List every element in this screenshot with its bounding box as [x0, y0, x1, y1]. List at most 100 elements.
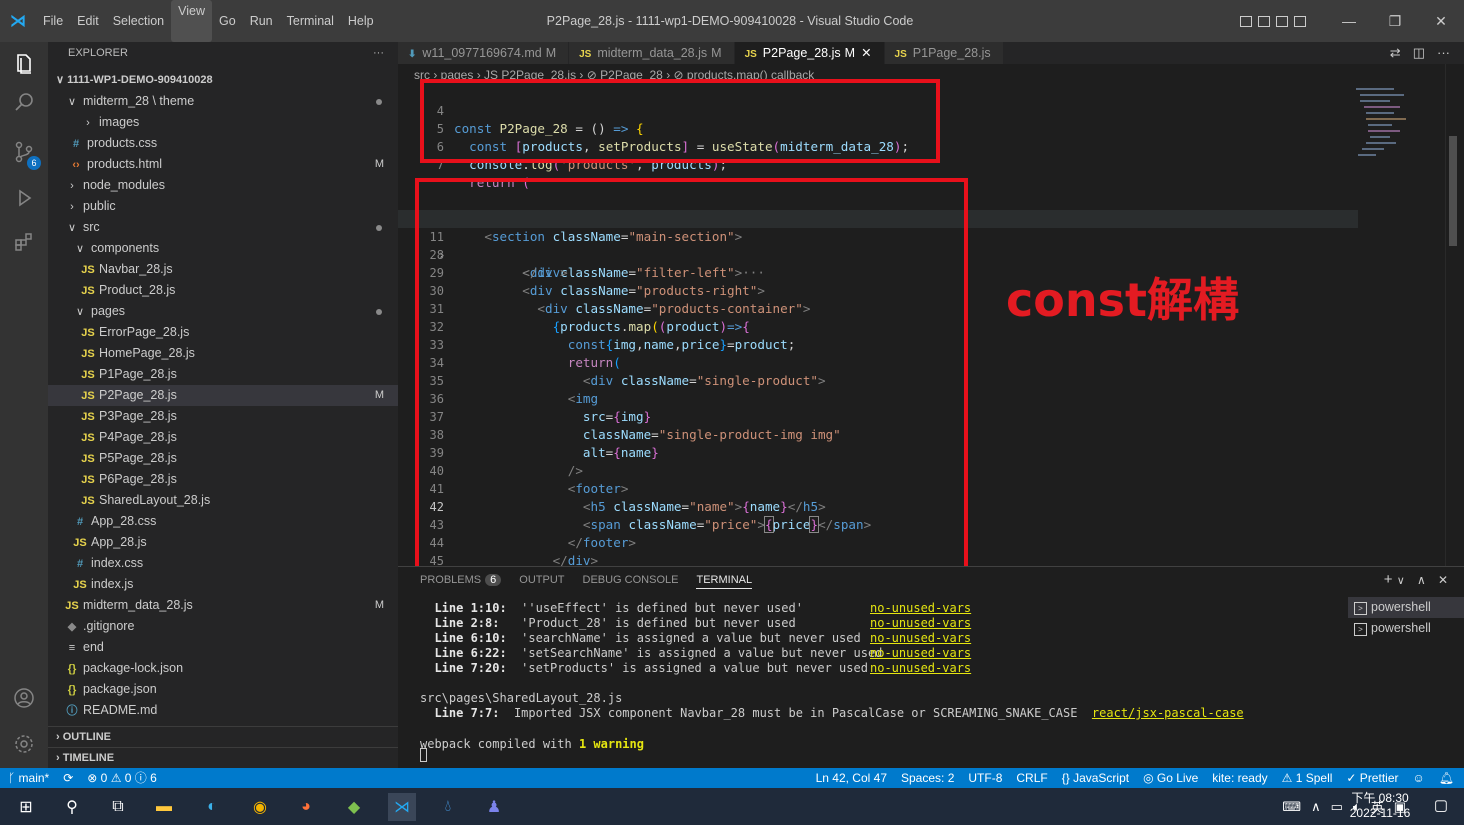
- menu-view[interactable]: View: [171, 0, 213, 42]
- menu-terminal[interactable]: Terminal: [280, 0, 341, 42]
- tree-item[interactable]: JS HomePage_28.js: [48, 343, 398, 364]
- search-icon[interactable]: ⚲: [58, 793, 86, 821]
- source-control-icon[interactable]: 6: [0, 130, 48, 174]
- taskbar-clock[interactable]: 下午 08:30 2022-11-16: [1340, 791, 1420, 821]
- firefox-icon[interactable]: ◕: [292, 793, 320, 821]
- tray-overflow-icon[interactable]: ∧: [1311, 799, 1321, 815]
- close-window-button[interactable]: ✕: [1418, 13, 1464, 30]
- tree-item[interactable]: JS Navbar_28.js: [48, 259, 398, 280]
- toggle-sidebar-icon[interactable]: [1240, 15, 1252, 27]
- tree-item[interactable]: JS Product_28.js: [48, 280, 398, 301]
- tree-item[interactable]: {} package-lock.json: [48, 658, 398, 679]
- more-actions-icon[interactable]: ···: [1437, 42, 1450, 64]
- terminal-instance[interactable]: > powershell: [1348, 597, 1464, 618]
- scrollbar-thumb[interactable]: [1449, 136, 1457, 246]
- rule-link[interactable]: no-unused-vars: [870, 661, 971, 676]
- editor-scrollbar[interactable]: [1445, 64, 1459, 566]
- close-panel-icon[interactable]: ✕: [1438, 573, 1448, 587]
- branch-indicator[interactable]: ᚴ main*: [8, 768, 49, 788]
- toggle-panel-icon[interactable]: [1258, 15, 1270, 27]
- terminal-instance[interactable]: > powershell: [1348, 618, 1464, 639]
- tree-item[interactable]: JS P6Page_28.js: [48, 469, 398, 490]
- tab-output[interactable]: OUTPUT: [519, 574, 564, 589]
- tab-problems[interactable]: PROBLEMS 6: [420, 574, 502, 589]
- tree-item[interactable]: ∨ src: [48, 217, 398, 238]
- go-live-button[interactable]: ◎ Go Live: [1143, 768, 1198, 788]
- more-actions-icon[interactable]: ···: [373, 42, 384, 64]
- tab-terminal[interactable]: TERMINAL: [696, 574, 753, 589]
- tree-item[interactable]: JS App_28.js: [48, 532, 398, 553]
- minimize-button[interactable]: —: [1326, 13, 1372, 29]
- notifications-bell-icon[interactable]: 🔔︎: [1439, 768, 1454, 788]
- split-editor-icon[interactable]: ◫: [1413, 42, 1425, 64]
- rule-link[interactable]: no-unused-vars: [870, 601, 971, 616]
- tree-item[interactable]: # products.css: [48, 133, 398, 154]
- tree-item[interactable]: ⓘ README.md: [48, 700, 398, 721]
- menu-selection[interactable]: Selection: [106, 0, 171, 42]
- tree-item[interactable]: JS SharedLayout_28.js: [48, 490, 398, 511]
- maximize-panel-icon[interactable]: ∧: [1417, 573, 1426, 587]
- account-icon[interactable]: [0, 676, 48, 720]
- minimap[interactable]: [1356, 82, 1416, 182]
- feedback-icon[interactable]: ☺: [1413, 768, 1425, 788]
- rule-link[interactable]: react/jsx-pascal-case: [1092, 706, 1244, 720]
- tree-item[interactable]: ∨ components: [48, 238, 398, 259]
- search-icon[interactable]: [0, 80, 48, 124]
- chevron-down-icon[interactable]: ∨: [1397, 575, 1405, 587]
- tab-p1page[interactable]: JS P1Page_28.js: [884, 42, 1004, 64]
- task-view-icon[interactable]: ⧉: [104, 793, 132, 821]
- encoding[interactable]: UTF-8: [968, 768, 1002, 788]
- tree-item[interactable]: JS P5Page_28.js: [48, 448, 398, 469]
- new-terminal-icon[interactable]: +: [1384, 571, 1393, 588]
- git-app-icon[interactable]: ◆: [340, 793, 368, 821]
- tree-item[interactable]: ‹› products.html M: [48, 154, 398, 175]
- menu-edit[interactable]: Edit: [70, 0, 106, 42]
- problems-indicator[interactable]: ⊗ 0 ⚠ 0 ⓘ 6: [87, 768, 157, 788]
- chrome-icon[interactable]: ◉: [246, 793, 274, 821]
- tree-item[interactable]: # index.css: [48, 553, 398, 574]
- line-ending[interactable]: CRLF: [1016, 768, 1047, 788]
- tree-item[interactable]: JS P4Page_28.js: [48, 427, 398, 448]
- file-explorer-icon[interactable]: ▬: [150, 793, 178, 821]
- spell-check[interactable]: ⚠ 1 Spell: [1282, 768, 1333, 788]
- tree-item[interactable]: JS ErrorPage_28.js: [48, 322, 398, 343]
- teams-icon[interactable]: ♟: [480, 793, 508, 821]
- extensions-icon[interactable]: [0, 220, 48, 264]
- run-debug-icon[interactable]: [0, 176, 48, 220]
- tree-item[interactable]: › node_modules: [48, 175, 398, 196]
- restore-button[interactable]: ❐: [1372, 13, 1418, 30]
- close-tab-icon[interactable]: ✕: [861, 46, 871, 60]
- notification-center-icon[interactable]: ▢: [1434, 796, 1448, 814]
- tree-item[interactable]: ◆ .gitignore: [48, 616, 398, 637]
- indentation[interactable]: Spaces: 2: [901, 768, 954, 788]
- timeline-section[interactable]: › TIMELINE: [48, 747, 398, 768]
- tab-midterm-data[interactable]: JS midterm_data_28.js M: [569, 42, 735, 64]
- water-drop-icon[interactable]: 💧︎: [434, 793, 462, 821]
- vscode-taskbar-icon[interactable]: ⋊: [388, 793, 416, 821]
- workspace-folder[interactable]: ∨ 1111-WP1-DEMO-909410028: [48, 69, 398, 91]
- tree-item[interactable]: JS midterm_data_28.js M: [48, 595, 398, 616]
- tree-item[interactable]: ∨ pages: [48, 301, 398, 322]
- tree-item[interactable]: ≡ end: [48, 637, 398, 658]
- rule-link[interactable]: no-unused-vars: [870, 616, 971, 631]
- tree-item[interactable]: JS P3Page_28.js: [48, 406, 398, 427]
- prettier-status[interactable]: ✓ Prettier: [1346, 768, 1398, 788]
- toggle-secondary-sidebar-icon[interactable]: [1276, 15, 1288, 27]
- customize-layout-icon[interactable]: [1294, 15, 1306, 27]
- tree-item[interactable]: › images: [48, 112, 398, 133]
- menu-help[interactable]: Help: [341, 0, 381, 42]
- tab-w11-md[interactable]: ⬇ w11_0977169674.md M: [398, 42, 570, 64]
- tree-item[interactable]: › public: [48, 196, 398, 217]
- keyboard-icon[interactable]: ⌨: [1282, 799, 1301, 815]
- kite-status[interactable]: kite: ready: [1212, 768, 1267, 788]
- menu-go[interactable]: Go: [212, 0, 243, 42]
- tree-item[interactable]: JS P1Page_28.js: [48, 364, 398, 385]
- windows-start-icon[interactable]: ⊞: [12, 793, 40, 821]
- cursor-position[interactable]: Ln 42, Col 47: [816, 768, 887, 788]
- sync-icon[interactable]: ⟳: [63, 768, 73, 788]
- rule-link[interactable]: no-unused-vars: [870, 631, 971, 646]
- tab-debug-console[interactable]: DEBUG CONSOLE: [583, 574, 679, 589]
- menu-file[interactable]: File: [36, 0, 70, 42]
- outline-section[interactable]: › OUTLINE: [48, 726, 398, 747]
- tree-item[interactable]: {} package.json: [48, 679, 398, 700]
